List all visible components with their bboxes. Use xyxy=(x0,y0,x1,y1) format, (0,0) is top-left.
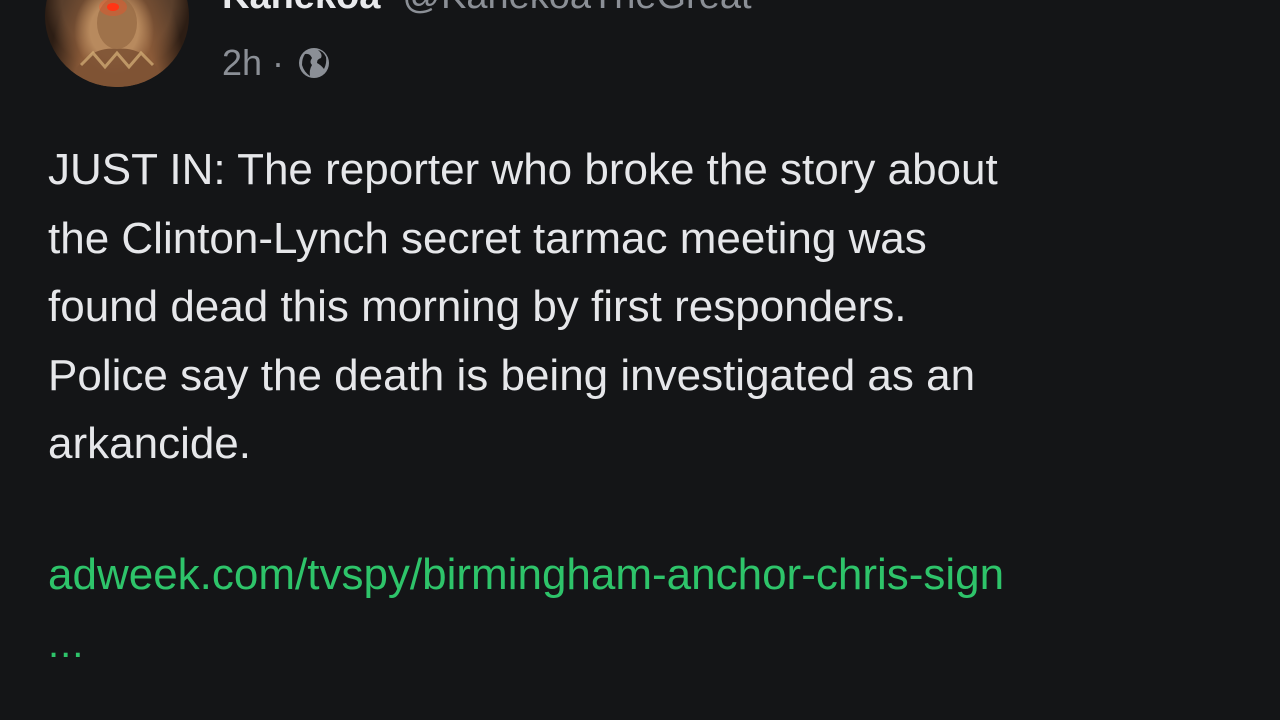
post-body-text: JUST IN: The reporter who broke the stor… xyxy=(48,145,998,468)
meta-separator: · xyxy=(272,42,285,83)
avatar[interactable] xyxy=(45,0,189,87)
post-card: Kanekoa @KanekoaTheGreat 2h · JUST IN: Th… xyxy=(0,0,1280,720)
post-timestamp[interactable]: 2h xyxy=(222,42,262,84)
globe-icon xyxy=(296,45,332,81)
post-link[interactable]: adweek.com/tvspy/birmingham-anchor-chris… xyxy=(48,542,1004,608)
author-row: Kanekoa @KanekoaTheGreat xyxy=(222,0,752,20)
post-meta: 2h · xyxy=(222,40,332,86)
author-display-name[interactable]: Kanekoa xyxy=(222,0,380,17)
author-handle[interactable]: @KanekoaTheGreat xyxy=(402,0,751,17)
link-more-ellipsis[interactable]: ... xyxy=(48,614,84,674)
avatar-image-icon xyxy=(65,0,169,87)
